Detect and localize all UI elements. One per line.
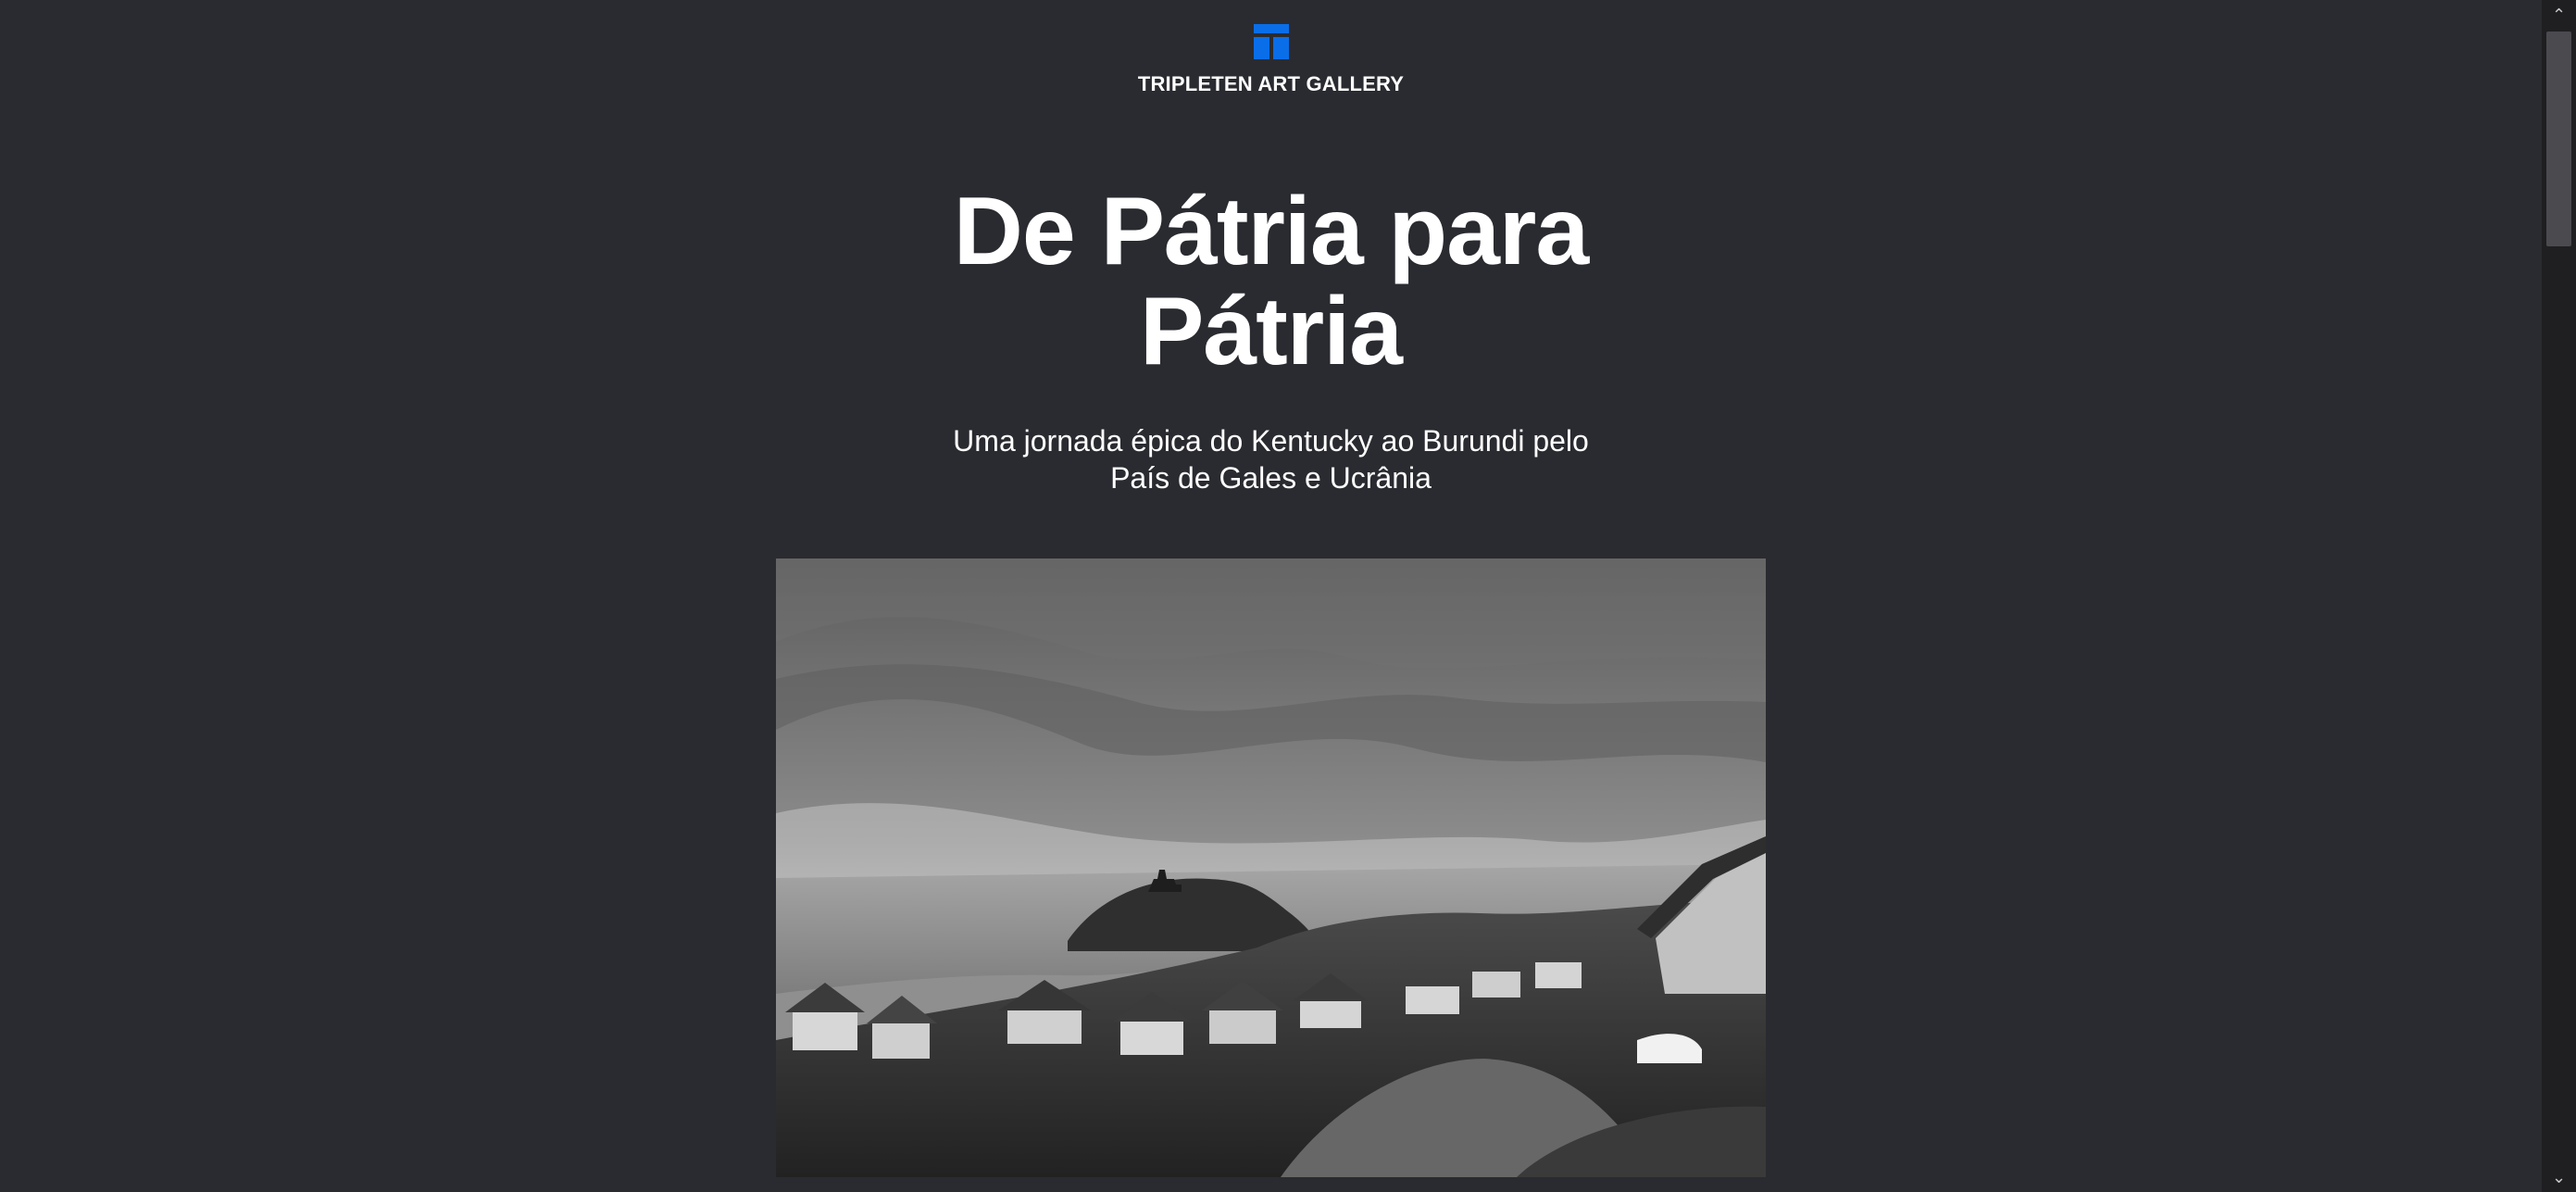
site-header: TRIPLETEN ART GALLERY bbox=[0, 24, 2542, 96]
scroll-down-icon[interactable]: ⌄ bbox=[2542, 1162, 2576, 1192]
brand-name[interactable]: TRIPLETEN ART GALLERY bbox=[0, 72, 2542, 96]
page-subtitle-line-1: Uma jornada épica do Kentucky ao Burundi… bbox=[953, 424, 1589, 458]
page: TRIPLETEN ART GALLERY De Pátria para Pát… bbox=[0, 0, 2576, 1192]
page-title: De Pátria para Pátria bbox=[818, 182, 1725, 382]
window-layout-icon[interactable] bbox=[1253, 24, 1289, 59]
hero-photo bbox=[776, 558, 1766, 1177]
page-subtitle-line-2: País de Gales e Ucrânia bbox=[1110, 461, 1432, 495]
page-subtitle: Uma jornada épica do Kentucky ao Burundi… bbox=[892, 422, 1651, 496]
page-title-line-2: Pátria bbox=[1139, 278, 1403, 385]
scroll-up-icon[interactable]: ⌃ bbox=[2542, 0, 2576, 30]
page-title-line-1: De Pátria para bbox=[953, 178, 1589, 285]
gallery-page-content: TRIPLETEN ART GALLERY De Pátria para Pát… bbox=[0, 0, 2542, 1192]
vertical-scrollbar[interactable]: ⌃ ⌄ bbox=[2542, 0, 2576, 1192]
hero-section: De Pátria para Pátria Uma jornada épica … bbox=[0, 182, 2542, 496]
scrollbar-thumb[interactable] bbox=[2546, 31, 2571, 246]
